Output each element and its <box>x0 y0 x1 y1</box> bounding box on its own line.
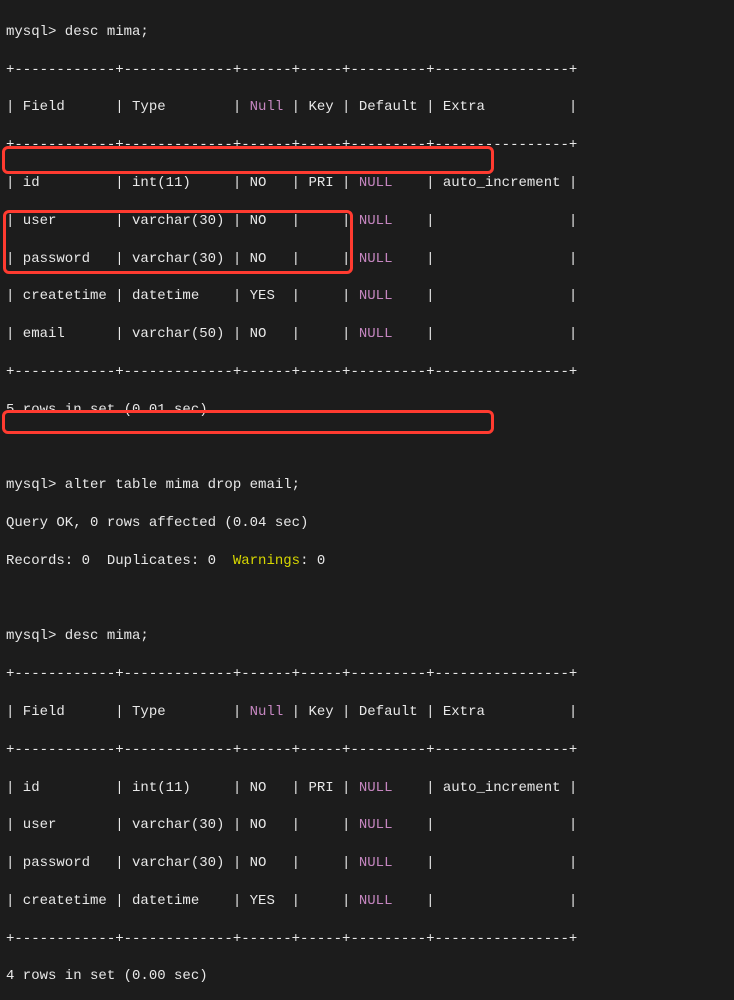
table2-border-mid: +------------+-------------+------+-----… <box>6 741 728 760</box>
table-row: | email | varchar(50) | NO | | NULL | | <box>6 325 728 344</box>
table2-border-top: +------------+-------------+------+-----… <box>6 665 728 684</box>
table-row: | createtime | datetime | YES | | NULL |… <box>6 287 728 306</box>
table-row: | password | varchar(30) | NO | | NULL |… <box>6 854 728 873</box>
table1-border-top: +------------+-------------+------+-----… <box>6 61 728 80</box>
table-row: | createtime | datetime | YES | | NULL |… <box>6 892 728 911</box>
table2-summary: 4 rows in set (0.00 sec) <box>6 967 728 986</box>
table-row: | user | varchar(30) | NO | | NULL | | <box>6 212 728 231</box>
table-row: | user | varchar(30) | NO | | NULL | | <box>6 816 728 835</box>
table1-border-mid: +------------+-------------+------+-----… <box>6 136 728 155</box>
prompt-desc-1[interactable]: mysql> desc mima; <box>6 23 728 42</box>
prompt-alter[interactable]: mysql> alter table mima drop email; <box>6 476 728 495</box>
prompt-desc-2[interactable]: mysql> desc mima; <box>6 627 728 646</box>
table1-border-bot: +------------+-------------+------+-----… <box>6 363 728 382</box>
terminal-output: mysql> desc mima; +------------+--------… <box>0 0 734 1000</box>
table1-header: | Field | Type | Null | Key | Default | … <box>6 98 728 117</box>
records-line: Records: 0 Duplicates: 0 Warnings: 0 <box>6 552 728 571</box>
query-ok: Query OK, 0 rows affected (0.04 sec) <box>6 514 728 533</box>
table-row: | password | varchar(30) | NO | | NULL |… <box>6 250 728 269</box>
table2-border-bot: +------------+-------------+------+-----… <box>6 930 728 949</box>
table-row: | id | int(11) | NO | PRI | NULL | auto_… <box>6 779 728 798</box>
table-row: | id | int(11) | NO | PRI | NULL | auto_… <box>6 174 728 193</box>
table2-header: | Field | Type | Null | Key | Default | … <box>6 703 728 722</box>
table1-summary: 5 rows in set (0.01 sec) <box>6 401 728 420</box>
